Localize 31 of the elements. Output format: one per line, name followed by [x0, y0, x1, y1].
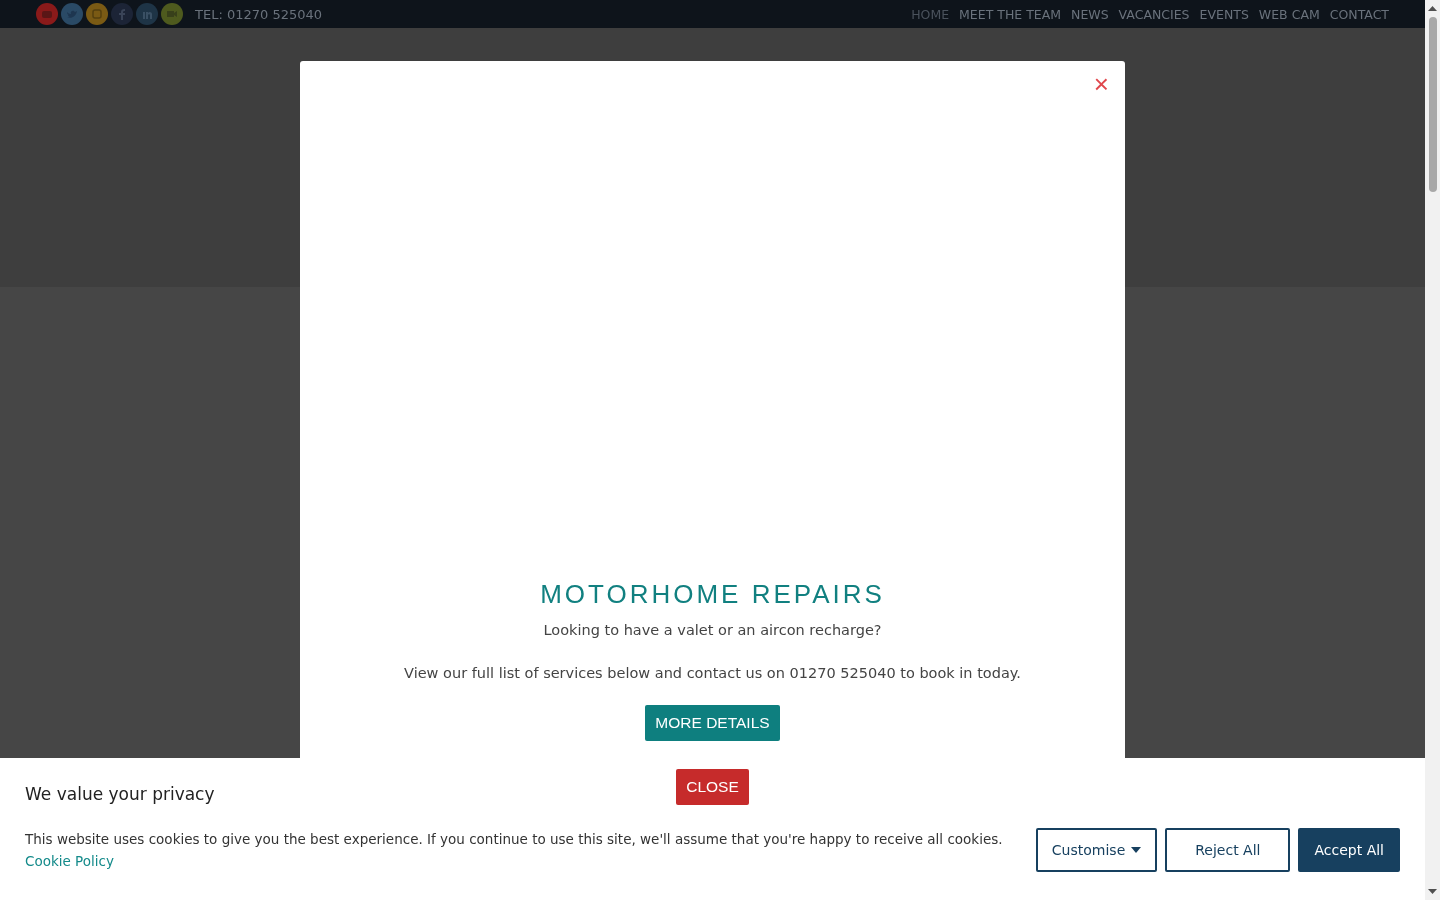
camera-icon[interactable] — [161, 3, 183, 25]
scroll-down-icon[interactable] — [1428, 887, 1437, 896]
nav-link[interactable]: MEET THE TEAM — [959, 6, 1062, 22]
nav-link[interactable]: NEWS — [1071, 6, 1109, 22]
accept-button[interactable]: Accept All — [1298, 828, 1400, 872]
caret-icon — [1131, 847, 1142, 853]
popup-text: View our full list of services below and contact us on 01270 525040 to book in today. — [404, 665, 1021, 681]
twitter-icon[interactable] — [61, 3, 83, 25]
cookie-title: We value your privacy — [25, 784, 215, 804]
linkedin-icon[interactable] — [136, 3, 158, 25]
popup-text: Looking to have a valet or an aircon recharge? — [543, 622, 882, 638]
close-button[interactable]: CLOSE — [676, 769, 749, 805]
customise-button[interactable]: Customise — [1035, 828, 1158, 872]
reject-button[interactable]: Reject All — [1165, 828, 1291, 872]
nav-link[interactable]: WEB CAM — [1258, 6, 1320, 22]
nav-link[interactable]: HOME — [911, 6, 950, 22]
cookie-text: This website uses cookies to give you the best experience. If you continue to use this site, we'll assume that you're happy to receive all cookies. Cookie Policy — [25, 830, 1004, 871]
phone-number: TEL: 01270 525040 — [195, 6, 323, 22]
youtube-icon[interactable] — [36, 3, 58, 25]
scroll-thumb[interactable] — [1428, 17, 1437, 192]
facebook-icon[interactable] — [111, 3, 133, 25]
nav-link[interactable]: CONTACT — [1329, 6, 1389, 22]
popup-title: MOTORHOME REPAIRS — [540, 579, 885, 610]
scrollbar[interactable] — [1425, 0, 1440, 900]
nav-link[interactable]: EVENTS — [1199, 6, 1249, 22]
cookie-policy-link[interactable]: Cookie Policy — [25, 853, 114, 869]
instagram-icon[interactable] — [86, 3, 108, 25]
details-button[interactable]: MORE DETAILS — [645, 705, 780, 741]
scroll-up-icon[interactable] — [1428, 4, 1437, 13]
nav-link[interactable]: VACANCIES — [1118, 6, 1190, 22]
close-button[interactable]: × — [1091, 71, 1111, 97]
